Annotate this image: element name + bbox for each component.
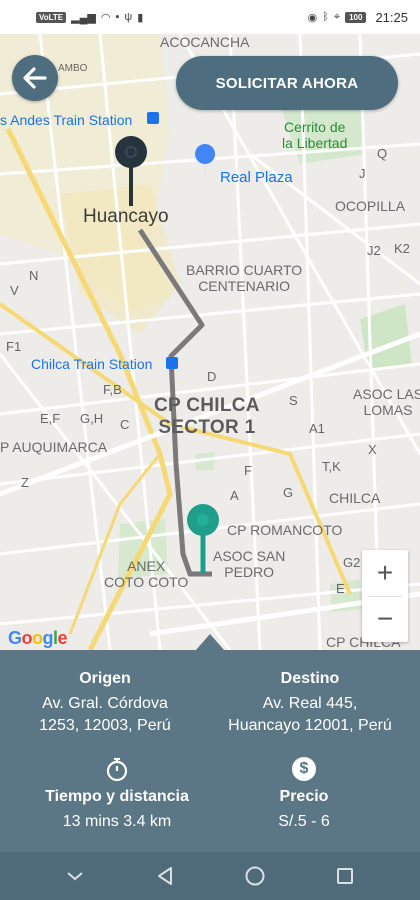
map-label-asoc-san-pedro: ASOC SAN PEDRO	[213, 548, 286, 581]
nav-home-button[interactable]	[235, 856, 275, 896]
map-label-k2: K2	[394, 241, 410, 256]
status-left: VoLTE ▂▄▆ ◠ ▪ ψ ▮	[36, 11, 143, 24]
zoom-out-button[interactable]: −	[362, 597, 408, 643]
map-label-j2: J2	[367, 243, 381, 258]
google-logo: Google	[8, 628, 68, 649]
zoom-in-button[interactable]: +	[362, 550, 408, 596]
trip-info-panel: Origen Av. Gral. Córdova 1253, 12003, Pe…	[0, 634, 420, 852]
map-label-q: Q	[377, 146, 388, 161]
map-label-ambo: AMBO	[58, 63, 88, 74]
bluetooth-icon: ᛒ	[322, 11, 329, 23]
nav-back-button[interactable]	[145, 856, 185, 896]
location-icon: ⌖	[333, 10, 341, 23]
map-label-n: N	[29, 268, 39, 283]
map-label-g2: G2	[343, 555, 361, 570]
map-label-f: F	[244, 463, 252, 478]
time-distance-section: Tiempo y distancia 13 mins 3.4 km	[0, 756, 234, 833]
time-distance-value: 13 mins 3.4 km	[62, 813, 172, 830]
panel-notch	[196, 634, 224, 650]
arrow-left-icon	[23, 67, 47, 89]
map-label-cp-chilca: CP CHILCA SECTOR 1	[154, 395, 260, 438]
map-label-chilca-station: Chilca Train Station	[31, 356, 153, 372]
map-label-acocancha: ACOCANCHA	[160, 34, 250, 50]
price-value: S/.5 - 6	[278, 813, 330, 830]
destination-title: Destino	[280, 670, 340, 687]
signal-icon: ▂▄▆	[71, 11, 96, 24]
map-label-j: J	[359, 166, 366, 181]
map-label-ef: E,F	[40, 411, 61, 426]
price-section: $ Precio S/.5 - 6	[234, 756, 374, 833]
map-label-cerrito: Cerrito de la Libertad	[282, 119, 348, 152]
back-button[interactable]	[12, 55, 58, 101]
map-label-real-plaza: Real Plaza	[220, 169, 293, 186]
volte-indicator: VoLTE	[36, 11, 67, 23]
google-letter: o	[32, 628, 43, 648]
chevron-down-icon	[67, 872, 83, 881]
request-now-button[interactable]: SOLICITAR AHORA	[176, 56, 398, 110]
circle-home-icon	[245, 866, 265, 886]
nav-recents-button[interactable]	[325, 856, 365, 896]
map-label-e: E	[336, 581, 345, 596]
google-letter: o	[21, 628, 33, 648]
usb-icon: ψ	[124, 11, 133, 23]
eye-icon: ◉	[307, 11, 318, 24]
battery-indicator: 100	[345, 11, 367, 23]
wifi-icon: ◠	[100, 11, 111, 24]
origin-address: Av. Gral. Córdova 1253, 12003, Perú	[39, 695, 171, 735]
map-label-huancayo: Huancayo	[83, 206, 169, 227]
origin-section: Origen Av. Gral. Córdova 1253, 12003, Pe…	[0, 670, 210, 738]
map-view[interactable]: ACOCANCHA AMBO s Andes Train Station Cer…	[0, 34, 420, 650]
time-distance-title: Tiempo y distancia	[45, 788, 189, 805]
storage-icon: ▮	[137, 11, 144, 24]
destination-section: Destino Av. Real 445, Huancayo 12001, Pe…	[200, 670, 420, 738]
status-bar: VoLTE ▂▄▆ ◠ ▪ ψ ▮ ◉ ᛒ ⌖ 100 21:25	[0, 0, 420, 34]
system-nav-bar	[0, 852, 420, 900]
google-letter: g	[42, 628, 54, 648]
zoom-controls: + −	[362, 550, 408, 642]
google-letter: e	[57, 628, 68, 648]
destination-address: Av. Real 445, Huancayo 12001, Perú	[228, 695, 392, 735]
map-label-andes-station: s Andes Train Station	[0, 112, 133, 128]
nav-hide-button[interactable]	[55, 856, 95, 896]
map-label-z: Z	[21, 475, 29, 490]
map-label-fb: F,B	[103, 382, 122, 397]
map-label-a: A	[230, 488, 239, 503]
map-label-tk: T,K	[322, 459, 341, 474]
status-right: ◉ ᛒ ⌖ 100 21:25	[308, 10, 408, 25]
map-label-a1: A1	[309, 421, 325, 436]
price-title: Precio	[279, 788, 329, 805]
map-label-f1: F1	[6, 339, 22, 354]
notification-icon: ▪	[115, 11, 120, 23]
map-label-s: S	[289, 393, 298, 408]
google-letter: G	[8, 628, 22, 648]
map-label-ocopilla: OCOPILLA	[335, 198, 406, 214]
map-label-anex: ANEX COTO COTO	[104, 558, 189, 591]
map-label-x: X	[368, 442, 377, 457]
dollar-circle: $	[292, 757, 316, 781]
triangle-back-icon	[158, 867, 172, 885]
clock: 21:25	[375, 9, 408, 25]
map-label-v: V	[10, 283, 19, 298]
map-label-auquimarca: P AUQUIMARCA	[0, 439, 108, 455]
map-label-romancoto: CP ROMANCOTO	[227, 522, 343, 538]
map-label-d: D	[207, 369, 217, 384]
map-label-g: G	[283, 485, 294, 500]
map-label-gh: G,H	[80, 411, 104, 426]
stopwatch-icon	[104, 756, 130, 782]
dollar-icon: $	[291, 756, 317, 782]
map-label-asoc-lomas: ASOC LAS LOMAS	[353, 386, 420, 419]
square-recents-icon	[337, 868, 353, 884]
map-label-barrio: BARRIO CUARTO CENTENARIO	[186, 262, 303, 295]
map-label-chilca: CHILCA	[329, 490, 381, 506]
map-label-c: C	[120, 417, 130, 432]
origin-title: Origen	[79, 670, 131, 687]
